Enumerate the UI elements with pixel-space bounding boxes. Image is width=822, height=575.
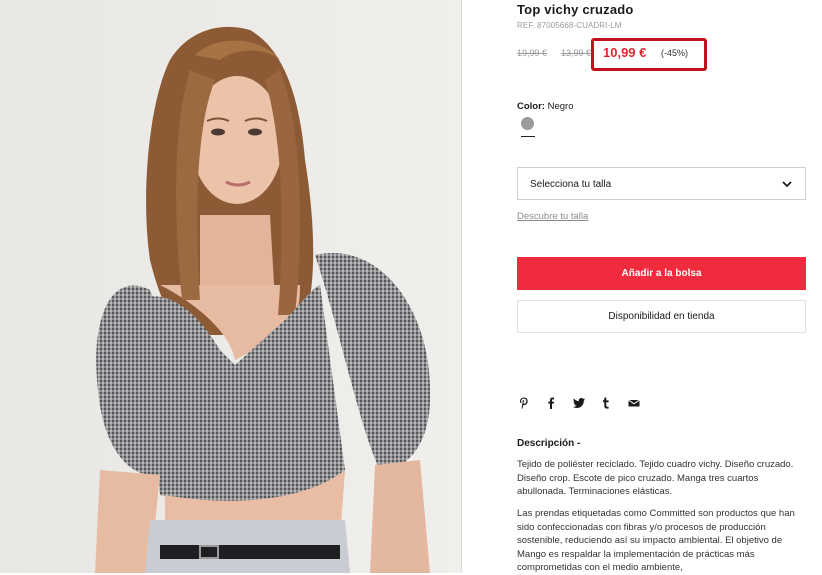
color-value: Negro bbox=[547, 101, 574, 112]
product-image[interactable] bbox=[0, 0, 462, 573]
product-reference: REF. 87005668-CUADRI-LM bbox=[517, 21, 622, 30]
color-label: Color: bbox=[517, 101, 545, 112]
add-to-bag-button[interactable]: Añadir a la bolsa bbox=[517, 257, 806, 290]
original-price: 19,99 € bbox=[517, 48, 548, 58]
tumblr-icon[interactable] bbox=[599, 396, 613, 410]
email-icon[interactable] bbox=[627, 396, 641, 410]
color-swatch[interactable] bbox=[521, 117, 534, 130]
selected-swatch-indicator bbox=[521, 136, 535, 137]
sustainability-paragraph: Las prendas etiquetadas como Committed s… bbox=[517, 508, 795, 573]
store-availability-button[interactable]: Disponibilidad en tienda bbox=[517, 300, 806, 333]
description-paragraph: Tejido de poliéster reciclado. Tejido cu… bbox=[517, 459, 794, 497]
discount-badge: (-45%) bbox=[661, 48, 689, 58]
previous-sale-price: 13,99 € bbox=[561, 48, 592, 58]
panel-divider bbox=[461, 0, 462, 573]
size-guide-link[interactable]: Descubre tu talla bbox=[517, 211, 588, 222]
size-select[interactable]: Selecciona tu talla bbox=[517, 167, 806, 200]
current-price: 10,99 € bbox=[603, 45, 647, 60]
description-title[interactable]: Descripción - bbox=[517, 438, 580, 449]
share-bar bbox=[517, 396, 650, 410]
facebook-icon[interactable] bbox=[544, 396, 558, 410]
product-title: Top vichy cruzado bbox=[517, 2, 634, 17]
pinterest-icon[interactable] bbox=[517, 396, 531, 410]
chevron-down-icon bbox=[782, 181, 792, 188]
twitter-icon[interactable] bbox=[572, 396, 586, 410]
size-select-label: Selecciona tu talla bbox=[530, 179, 612, 190]
color-row: Color: Negro bbox=[517, 101, 573, 112]
